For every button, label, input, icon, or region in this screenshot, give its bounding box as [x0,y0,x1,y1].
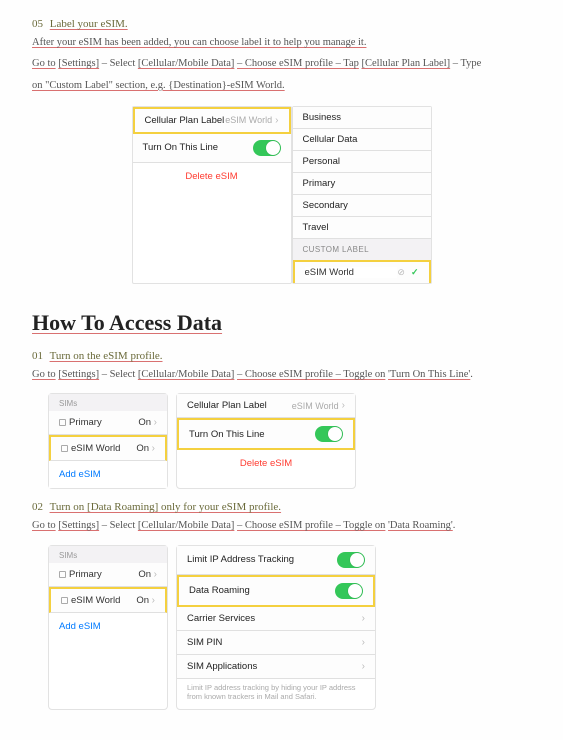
list-item[interactable]: Travel [293,217,431,239]
sim-pin-row[interactable]: SIM PIN › [177,631,375,655]
step-02-heading: 02 Turn on [Data Roaming] only for your … [32,501,531,513]
esim-details-panel: Cellular Plan Label eSIM World › Turn On… [176,393,356,489]
step-title: Label your eSIM. [50,18,128,30]
step-02-line: Go to [Settings] – Select [Cellular/Mobi… [32,517,531,534]
sim-dot-icon [59,419,66,426]
delete-esim-button[interactable]: Delete eSIM [177,450,355,477]
custom-label-header: CUSTOM LABEL [293,239,431,260]
turn-on-line-row[interactable]: Turn On This Line [177,418,355,450]
sims-panel: SIMs Primary On › eSIM World On › Add eS… [48,393,168,489]
cellular-plan-label-row[interactable]: Cellular Plan Label eSIM World › [177,394,355,418]
chevron-right-icon: › [362,661,365,672]
step-05-line3: on "Custom Label" section, e.g. {Destina… [32,77,531,94]
sim-dot-icon [59,571,66,578]
step-01-line: Go to [Settings] – Select [Cellular/Mobi… [32,366,531,383]
roaming-panel: Limit IP Address Tracking Data Roaming C… [176,545,376,711]
clear-icon[interactable]: ⊘ [397,267,405,278]
sims-panel: SIMs Primary On › eSIM World On › Add eS… [48,545,168,711]
sim-row-esim[interactable]: eSIM World On › [49,435,167,461]
sims-header: SIMs [49,546,167,563]
sim-row[interactable]: Primary On › [49,411,167,435]
chevron-right-icon: › [275,115,278,126]
sims-header: SIMs [49,394,167,411]
hint-text: Limit IP address tracking by hiding your… [177,679,375,710]
section-heading: How To Access Data [32,310,531,336]
list-item[interactable]: Personal [293,151,431,173]
limit-ip-row[interactable]: Limit IP Address Tracking [177,546,375,575]
step-02-screenshot: SIMs Primary On › eSIM World On › Add eS… [48,545,531,711]
add-esim-button[interactable]: Add eSIM [49,613,167,640]
step-05-line1: After your eSIM has been added, you can … [32,34,531,51]
step-01-screenshot: SIMs Primary On › eSIM World On › Add eS… [48,393,531,489]
toggle-on-icon[interactable] [335,583,363,599]
custom-label-input[interactable] [305,267,398,278]
check-icon: ✓ [411,267,419,278]
sim-row[interactable]: Primary On › [49,563,167,587]
sim-dot-icon [61,597,68,604]
sim-row-esim[interactable]: eSIM World On › [49,587,167,613]
delete-esim-button[interactable]: Delete eSIM [133,163,291,190]
chevron-right-icon: › [152,595,155,606]
chevron-right-icon: › [154,417,157,428]
step-05-heading: 05 Label your eSIM. [32,18,531,30]
custom-label-input-row[interactable]: ⊘✓ [293,260,431,283]
chevron-right-icon: › [154,569,157,580]
toggle-on-icon[interactable] [337,552,365,568]
chevron-right-icon: › [342,400,345,411]
list-item[interactable]: Cellular Data [293,129,431,151]
data-roaming-row[interactable]: Data Roaming [177,575,375,607]
list-item[interactable]: Primary [293,173,431,195]
toggle-on-icon[interactable] [315,426,343,442]
cellular-plan-label-row[interactable]: Cellular Plan Label eSIM World› [133,107,291,134]
chevron-right-icon: › [152,443,155,454]
carrier-services-row[interactable]: Carrier Services › [177,607,375,631]
step-05-screenshot: Cellular Plan Label eSIM World› Turn On … [32,106,531,284]
step-num: 05 [32,18,43,30]
step-05-line2: Go to [Settings] – Select [Cellular/Mobi… [32,55,531,72]
add-esim-button[interactable]: Add eSIM [49,461,167,488]
list-item[interactable]: Secondary [293,195,431,217]
label-panel-left: Cellular Plan Label eSIM World› Turn On … [132,106,292,284]
chevron-right-icon: › [362,637,365,648]
label-panel-right: Business Cellular Data Personal Primary … [292,106,432,284]
sim-dot-icon [61,445,68,452]
step-01-heading: 01 Turn on the eSIM profile. [32,350,531,362]
chevron-right-icon: › [362,613,365,624]
sim-applications-row[interactable]: SIM Applications › [177,655,375,679]
toggle-on-icon[interactable] [253,140,281,156]
list-item[interactable]: Business [293,107,431,129]
turn-on-line-row[interactable]: Turn On This Line [133,134,291,163]
